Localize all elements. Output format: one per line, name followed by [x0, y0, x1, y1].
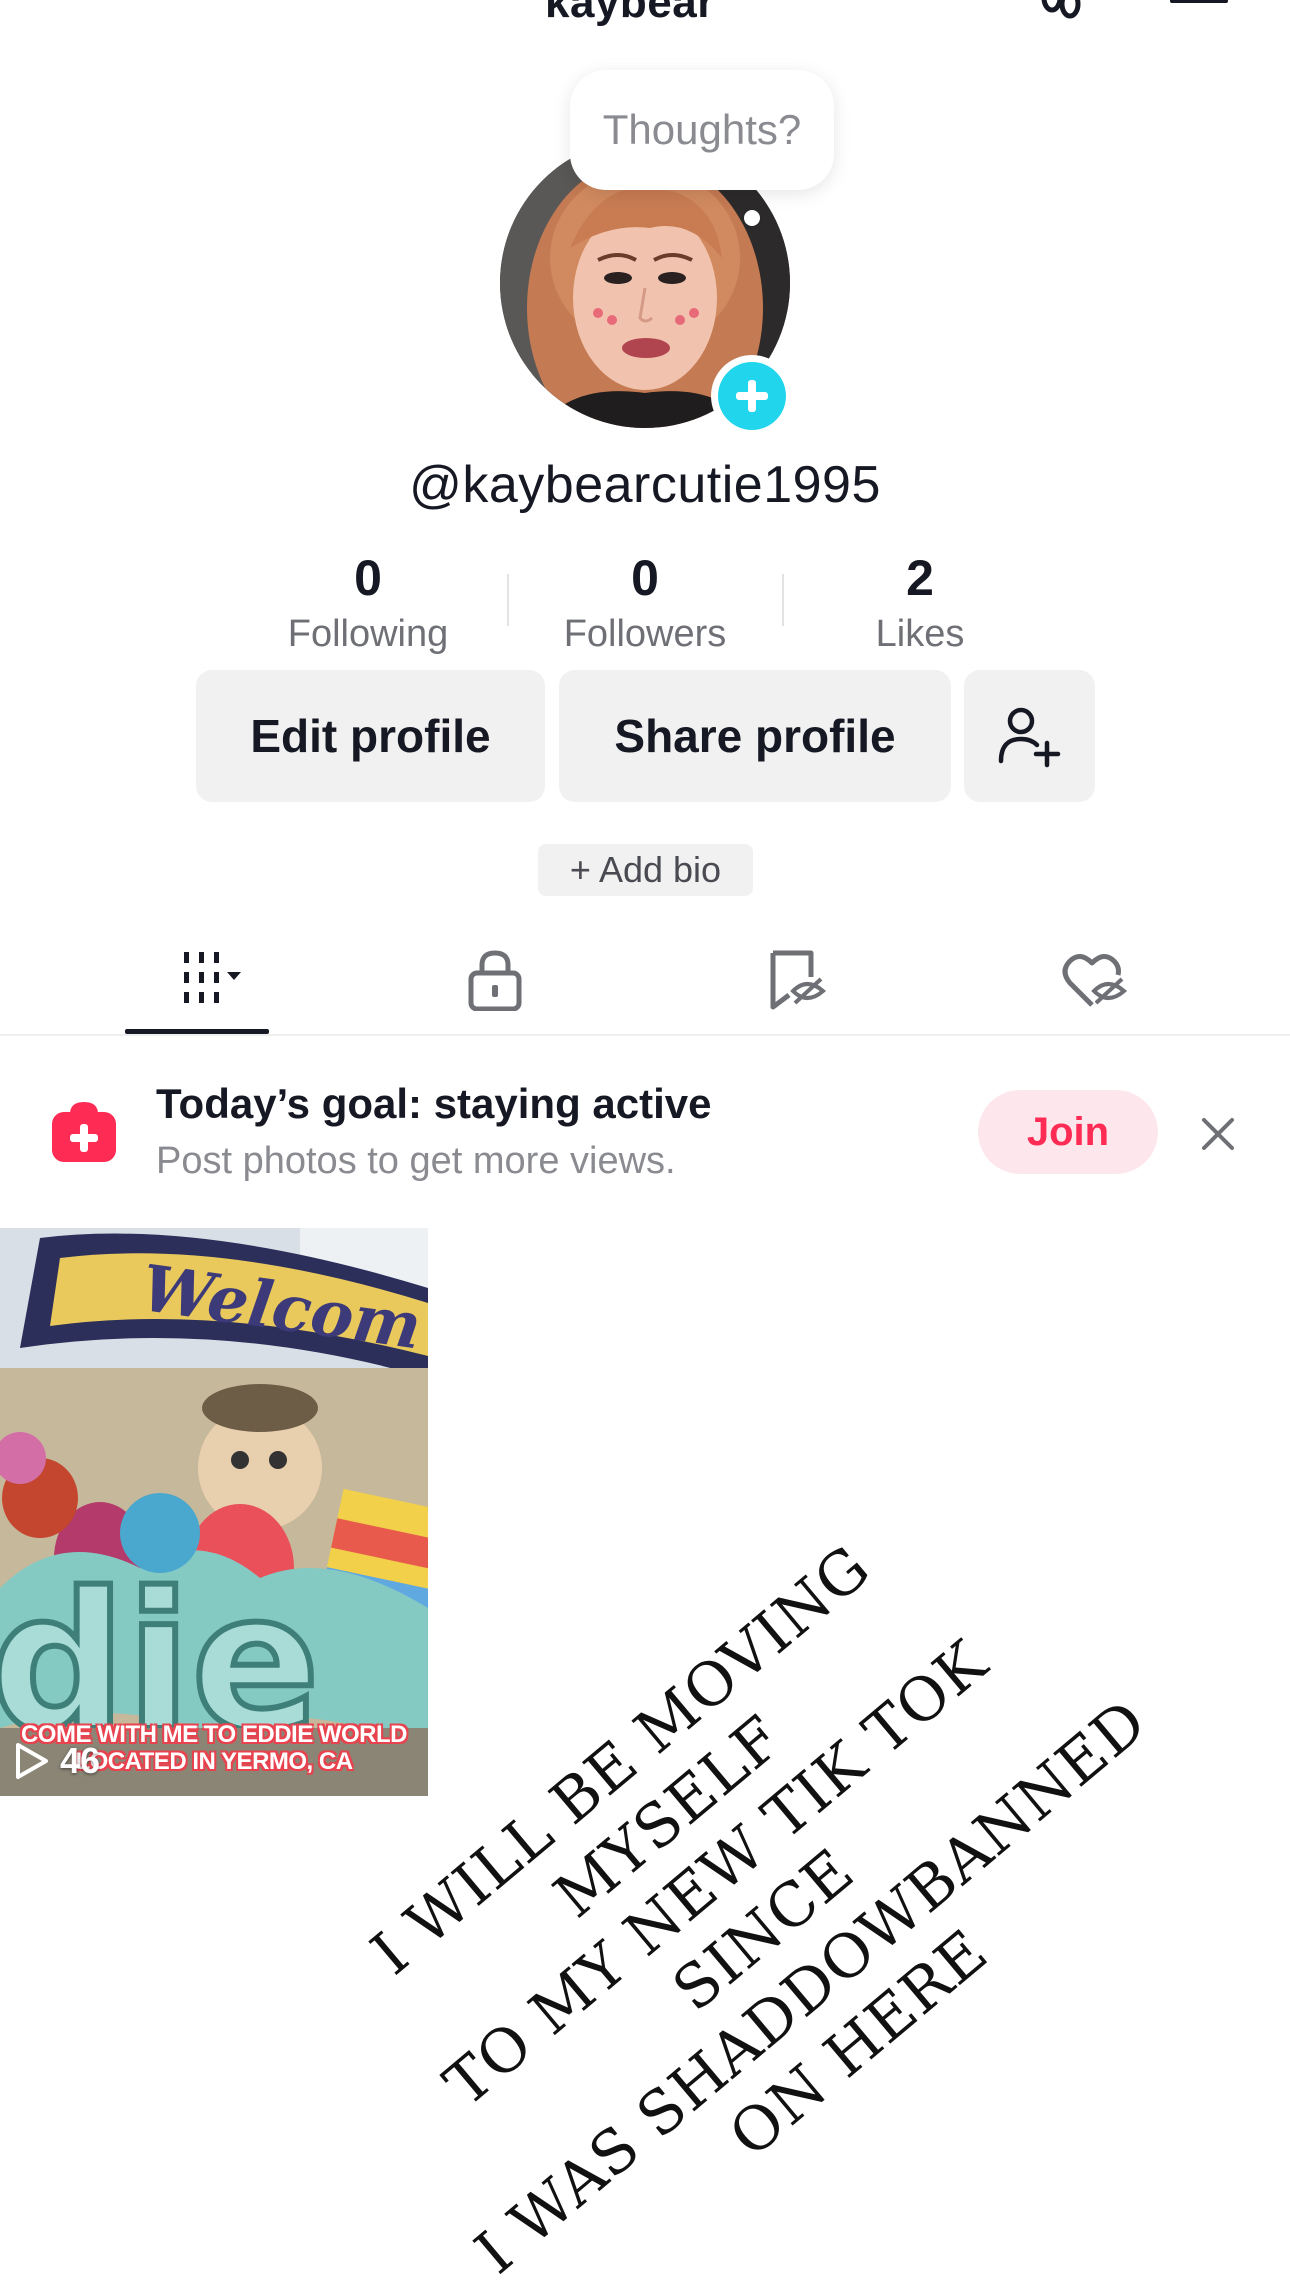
- close-icon[interactable]: [1198, 1114, 1238, 1154]
- add-person-icon: [998, 707, 1060, 768]
- stat-following[interactable]: 0 Following: [248, 548, 488, 660]
- stat-label: Likes: [875, 613, 965, 655]
- bookmark-hidden-icon: [770, 950, 827, 1010]
- join-button[interactable]: Join: [978, 1090, 1158, 1174]
- menu-icon[interactable]: [1170, 0, 1228, 10]
- lock-icon: [468, 950, 522, 1011]
- video-thumbnail[interactable]: Welcom die COME WITH ME TO EDDIE WORLD L…: [0, 1228, 428, 1796]
- add-avatar-button[interactable]: [711, 355, 793, 437]
- heart-hidden-icon: [1062, 954, 1128, 1007]
- tab-favorites[interactable]: [736, 930, 856, 1030]
- stat-likes[interactable]: 2 Likes: [800, 548, 1040, 660]
- thought-bubble-dot: [744, 210, 760, 226]
- video-views: 46: [14, 1740, 100, 1782]
- video-view-count: 46: [60, 1740, 101, 1781]
- username: @kaybearcutie1995: [409, 456, 881, 514]
- play-icon: [16, 1743, 48, 1779]
- stat-value: 0: [354, 550, 382, 606]
- add-bio-button[interactable]: + Add bio: [538, 844, 753, 896]
- create-plus-icon: [52, 1102, 116, 1162]
- grid-icon: [184, 952, 241, 1003]
- footprint-icon[interactable]: [1030, 0, 1090, 24]
- edit-profile-button[interactable]: Edit profile: [196, 670, 545, 802]
- tab-videos[interactable]: [125, 930, 269, 1030]
- plus-icon: [718, 362, 786, 430]
- add-friends-button[interactable]: [964, 670, 1095, 802]
- stat-value: 2: [906, 550, 934, 606]
- chevron-down-icon[interactable]: [754, 0, 776, 4]
- thought-bubble[interactable]: Thoughts?: [570, 70, 834, 190]
- stat-value: 0: [631, 550, 659, 606]
- goal-subtitle: Post photos to get more views.: [156, 1140, 676, 1182]
- stat-divider: [507, 574, 509, 626]
- tab-liked[interactable]: [1035, 930, 1155, 1030]
- top-bar: kaybear: [0, 0, 1290, 30]
- share-profile-button[interactable]: Share profile: [559, 670, 951, 802]
- tabs-divider: [0, 1034, 1290, 1036]
- tab-private[interactable]: [435, 930, 555, 1030]
- goal-title: Today’s goal: staying active: [156, 1080, 712, 1127]
- stat-label: Following: [287, 613, 449, 655]
- stat-divider: [782, 574, 784, 626]
- stat-followers[interactable]: 0 Followers: [525, 548, 765, 660]
- account-switcher-name[interactable]: kaybear: [545, 0, 715, 28]
- stat-label: Followers: [563, 613, 727, 655]
